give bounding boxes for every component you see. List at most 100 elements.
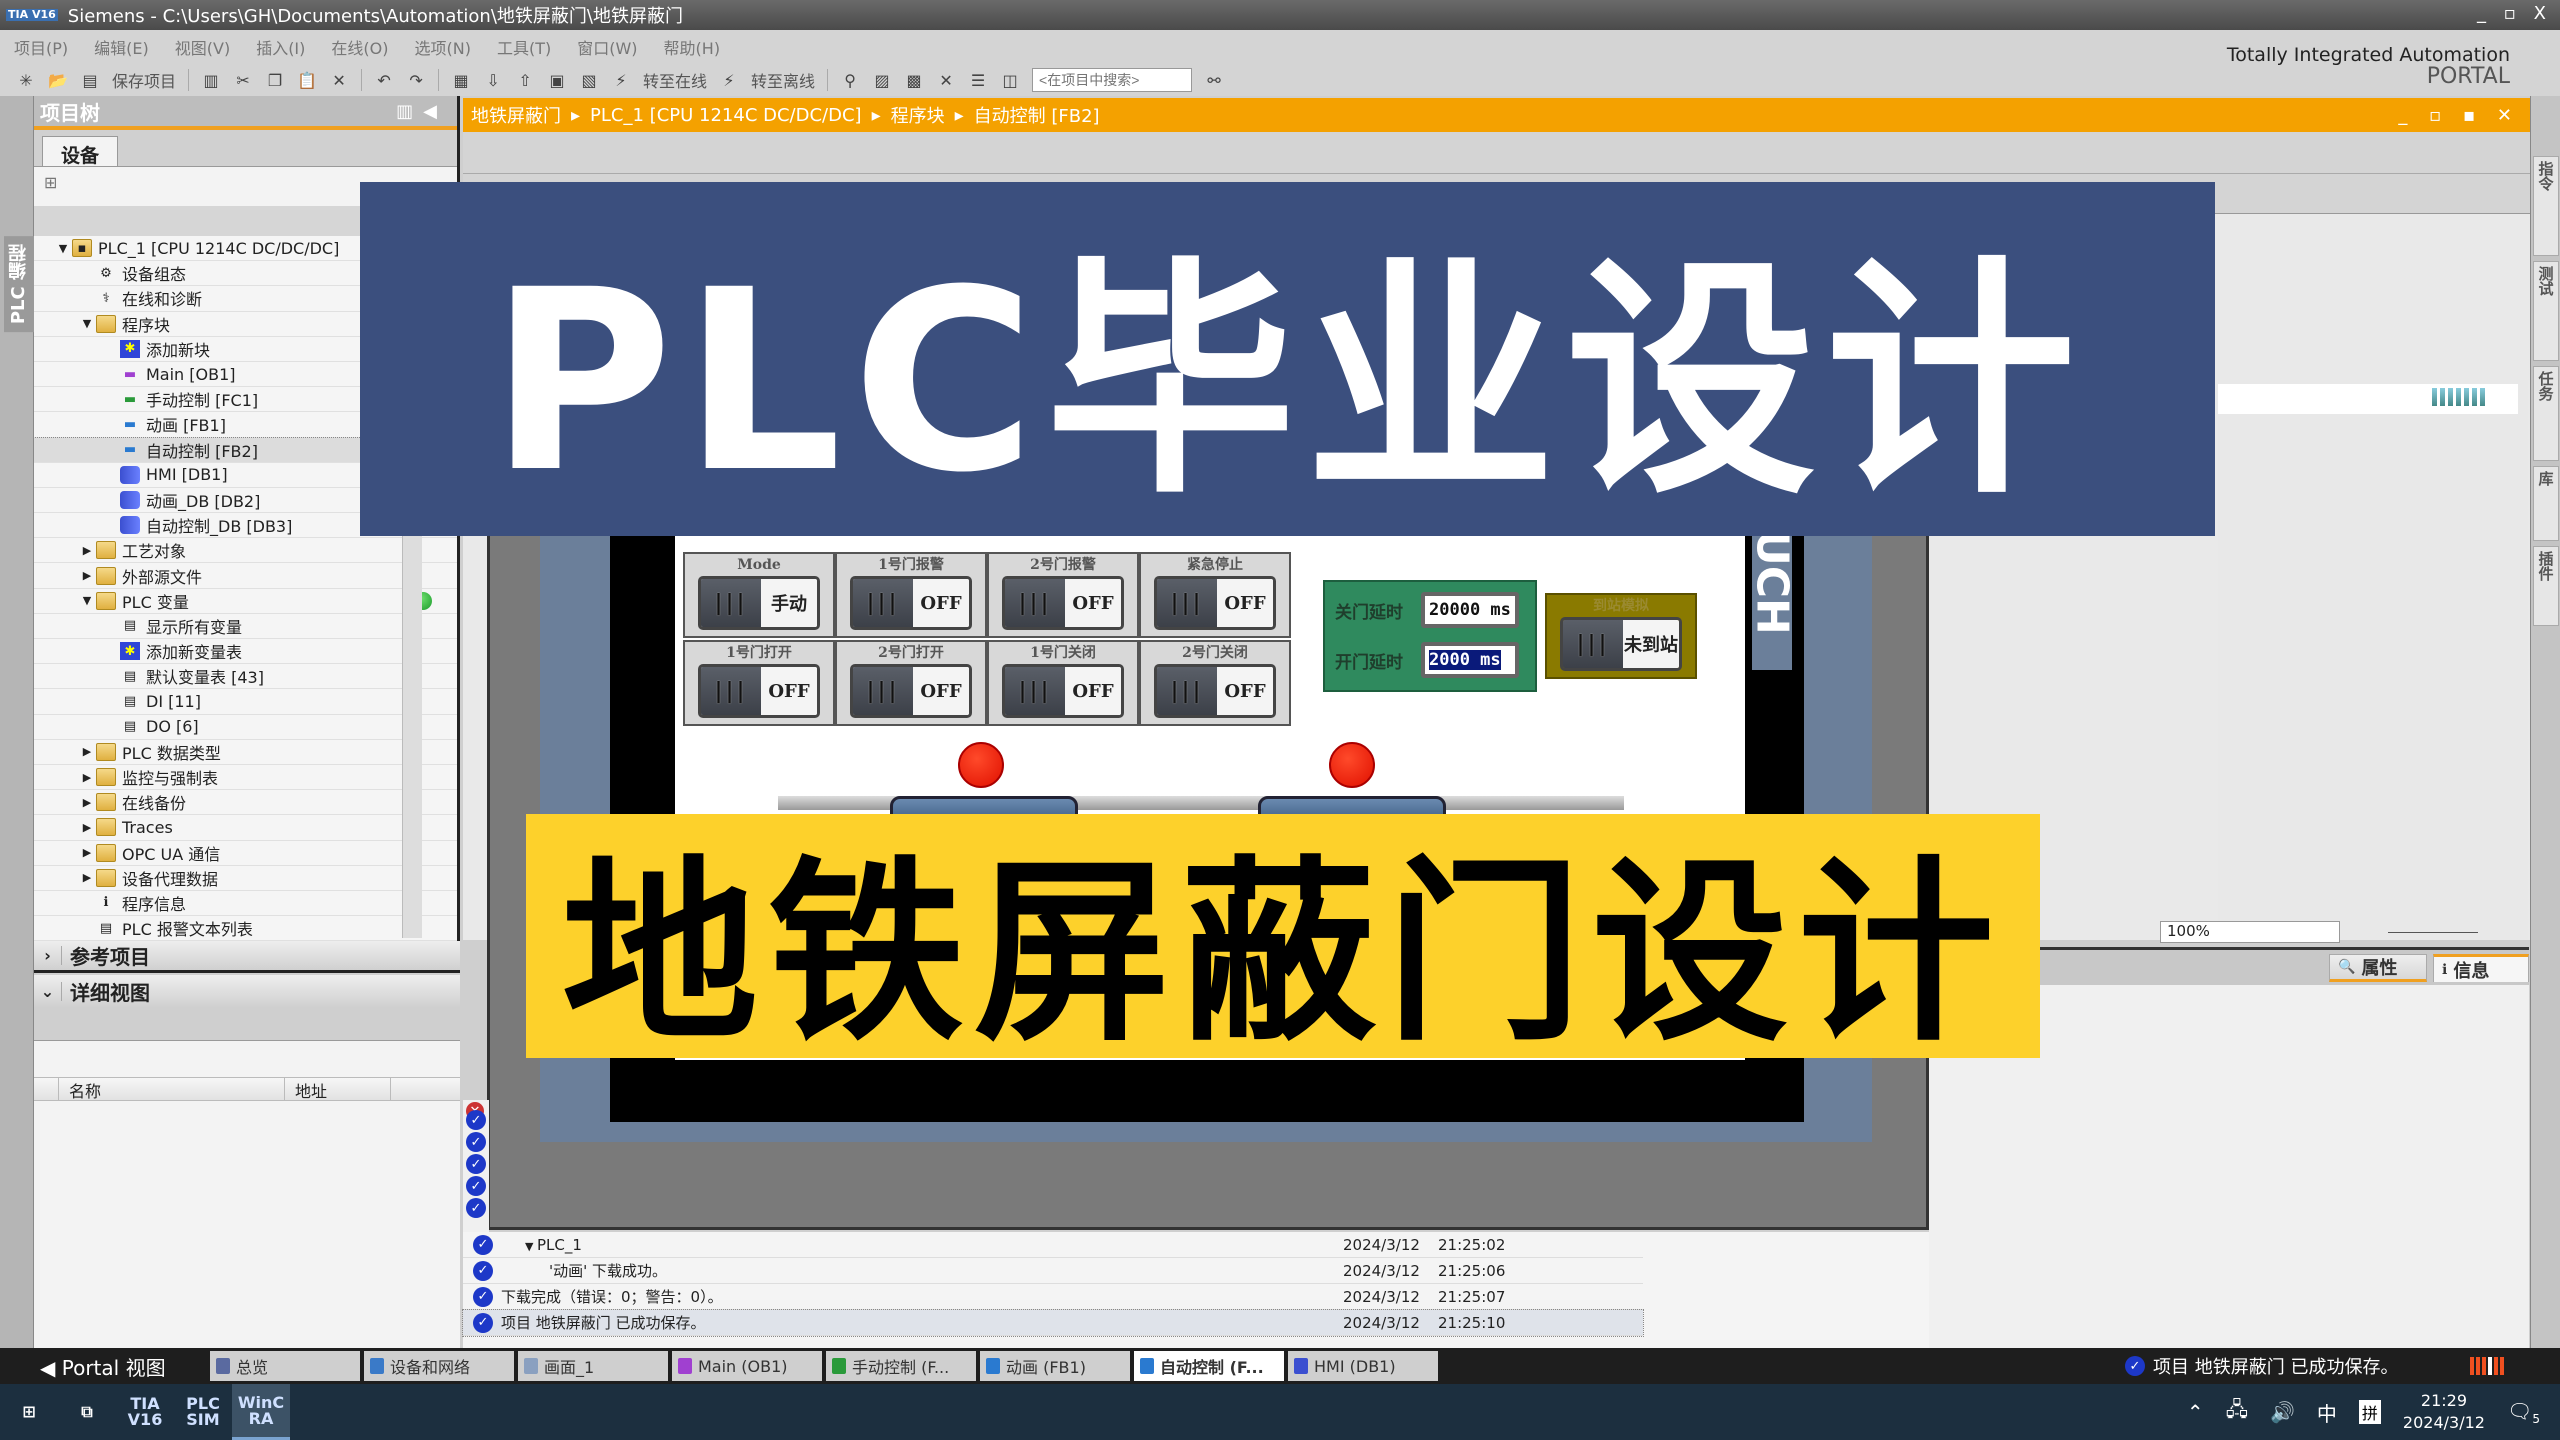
menu-item[interactable]: 工具(T) [497,35,551,59]
volume-icon[interactable]: 🔊 [2270,1400,2295,1424]
paste-icon[interactable]: 📋 [297,70,317,90]
expand-arrow-icon[interactable]: ▶ [80,871,94,884]
tab-devices[interactable]: 设备 [42,136,119,167]
detail-view-bar[interactable]: ⌄ 详细视图 [34,975,460,1007]
collapse-arrow-icon[interactable]: ▼ [80,594,94,607]
stop-cpu-icon[interactable]: ✕ [936,70,956,90]
menu-item[interactable]: 视图(V) [175,35,230,59]
compile-icon[interactable]: ▦ [451,70,471,90]
toggle-switch[interactable]: ||| OFF [850,664,972,718]
expand-arrow-icon[interactable]: ▶ [80,821,94,834]
editor-window-controls[interactable]: _ ▫ ▪ ✕ [2398,105,2520,126]
portal-view-button[interactable]: ◀ Portal 视图 [0,1352,210,1381]
editor-tab[interactable]: 设备和网络 [364,1351,514,1381]
tree-item[interactable]: ▶ 工艺对象 [34,538,457,564]
info-log-row[interactable]: ✓ '动画' 下载成功。 2024/3/12 21:25:06 [463,1258,1643,1284]
menu-item[interactable]: 选项(N) [415,35,471,59]
tree-item[interactable]: ▤ DO [6] [34,714,457,740]
expand-arrow-icon[interactable]: ▶ [80,745,94,758]
ime-indicator[interactable]: 中 [2317,1398,2337,1427]
info-log-row[interactable]: ✓ ▼ PLC_1 2024/3/12 21:25:02 [463,1232,1643,1258]
new-project-icon[interactable]: ✳ [16,70,36,90]
collapse-left-icon[interactable]: ◀ [423,101,447,122]
tia-portal-app[interactable]: TIA V16 [116,1384,174,1440]
open-project-icon[interactable]: 📂 [48,70,68,90]
accessible-devices-icon[interactable]: ⚲ [840,70,860,90]
toggle-switch[interactable]: ||| OFF [850,576,972,630]
column-header-name[interactable]: 名称 [58,1078,284,1101]
zoom-select[interactable]: 100% [2160,921,2340,943]
runtime-icon[interactable]: ▧ [579,70,599,90]
plc-programming-tab[interactable]: PLC 编程 [4,236,34,333]
project-search-input[interactable] [1032,68,1193,92]
expand-arrow-icon[interactable]: ▶ [80,771,94,784]
tree-item[interactable]: ▶ PLC 数据类型 [34,739,457,765]
menu-item[interactable]: 窗口(W) [577,35,637,59]
copy-icon[interactable]: ❐ [265,70,285,90]
expand-arrow-icon[interactable]: ▶ [80,569,94,582]
go-offline-button[interactable]: 转至离线 [751,68,815,92]
menu-item[interactable]: 插入(I) [256,35,305,59]
task-card-tab[interactable]: 测试 [2533,261,2559,361]
editor-tab[interactable]: 画面_1 [518,1351,668,1381]
zoom-slider[interactable] [2388,932,2478,946]
tree-item[interactable]: ▶ 设备代理数据 [34,865,457,891]
save-icon[interactable]: ▤ [80,70,100,90]
editor-tab[interactable]: 动画 (FB1) [980,1351,1130,1381]
go-online-button[interactable]: 转至在线 [643,68,707,92]
task-card-tab[interactable]: 指令 [2533,156,2559,256]
layout-icon[interactable]: ▥ [396,101,423,122]
window-controls[interactable]: _ ▫ X [2477,3,2552,24]
tree-item[interactable]: ▤ DI [11] [34,689,457,715]
windows-start-icon[interactable]: ⊞ [0,1384,58,1440]
toggle-switch[interactable]: ||| OFF [1002,664,1124,718]
tree-item[interactable]: ✱ 添加新变量表 [34,639,457,665]
favorites-bar-icon[interactable] [2432,388,2488,408]
collapse-arrow-icon[interactable]: ▼ [56,242,70,255]
tree-item[interactable]: ▶ OPC UA 通信 [34,840,457,866]
editor-tab[interactable]: HMI (DB1) [1288,1351,1438,1381]
toggle-switch[interactable]: ||| OFF [1002,576,1124,630]
toggle-switch[interactable]: ||| OFF [1154,576,1276,630]
start-cpu-icon[interactable]: ▩ [904,70,924,90]
breadcrumb-plc[interactable]: PLC_1 [CPU 1214C DC/DC/DC] [590,105,862,126]
clock[interactable]: 21:29 2024/3/12 [2403,1390,2485,1434]
editor-tab[interactable]: 总览 [210,1351,360,1381]
menu-item[interactable]: 编辑(E) [94,35,149,59]
notification-center-icon[interactable]: 🗨5 [2507,1399,2540,1426]
breadcrumb-program-blocks[interactable]: 程序块 [891,102,945,128]
task-card-tab[interactable]: 库 [2533,466,2559,541]
editor-tab[interactable]: 手动控制 (F... [826,1351,976,1381]
breadcrumb-project[interactable]: 地铁屏蔽门 [471,102,561,128]
split-horizontal-icon[interactable]: ☰ [968,70,988,90]
tree-item[interactable]: ▶ 在线备份 [34,790,457,816]
split-vertical-icon[interactable]: ◫ [1000,70,1020,90]
tree-item[interactable]: ℹ 程序信息 [34,890,457,917]
go-offline-icon[interactable]: ⚡ [719,70,739,90]
delete-icon[interactable]: ✕ [329,70,349,90]
inspector-tab-properties[interactable]: 🔍 属性 [2329,954,2427,982]
cross-reference-icon[interactable]: ▨ [872,70,892,90]
expand-arrow-icon[interactable]: ▶ [80,544,94,557]
task-view-icon[interactable]: ⧉ [58,1384,116,1440]
editor-tab[interactable]: 自动控制 (F... [1134,1351,1284,1381]
task-card-tab[interactable]: 插件 [2533,546,2559,626]
simulation-icon[interactable]: ▣ [547,70,567,90]
tray-expand-icon[interactable]: ⌃ [2187,1400,2204,1424]
info-log-row[interactable]: ✓ 下载完成（错误：0；警告：0）。 2024/3/12 21:25:07 [463,1284,1643,1310]
menu-item[interactable]: 在线(O) [331,35,388,59]
network-view-icon[interactable]: ⊞ [44,173,57,192]
station-toggle-switch[interactable]: ||| 未到站 [1560,617,1682,671]
info-log-row[interactable]: ✓ 项目 地铁屏蔽门 已成功保存。 2024/3/12 21:25:10 [462,1309,1644,1337]
collapse-arrow-icon[interactable]: ▼ [525,1240,537,1253]
toggle-switch[interactable]: ||| OFF [1154,664,1276,718]
breadcrumb-block[interactable]: 自动控制 [FB2] [974,102,1100,128]
plcsim-app[interactable]: PLC SIM [174,1384,232,1440]
task-card-tab[interactable]: 任务 [2533,366,2559,461]
upload-icon[interactable]: ⇧ [515,70,535,90]
tree-item[interactable]: ▼ PLC 变量 [34,588,457,614]
menu-item[interactable]: 项目(P) [14,35,68,59]
tree-item[interactable]: ▶ 外部源文件 [34,563,457,589]
expand-arrow-icon[interactable]: ▶ [80,846,94,859]
redo-icon[interactable]: ↷ [406,70,426,90]
